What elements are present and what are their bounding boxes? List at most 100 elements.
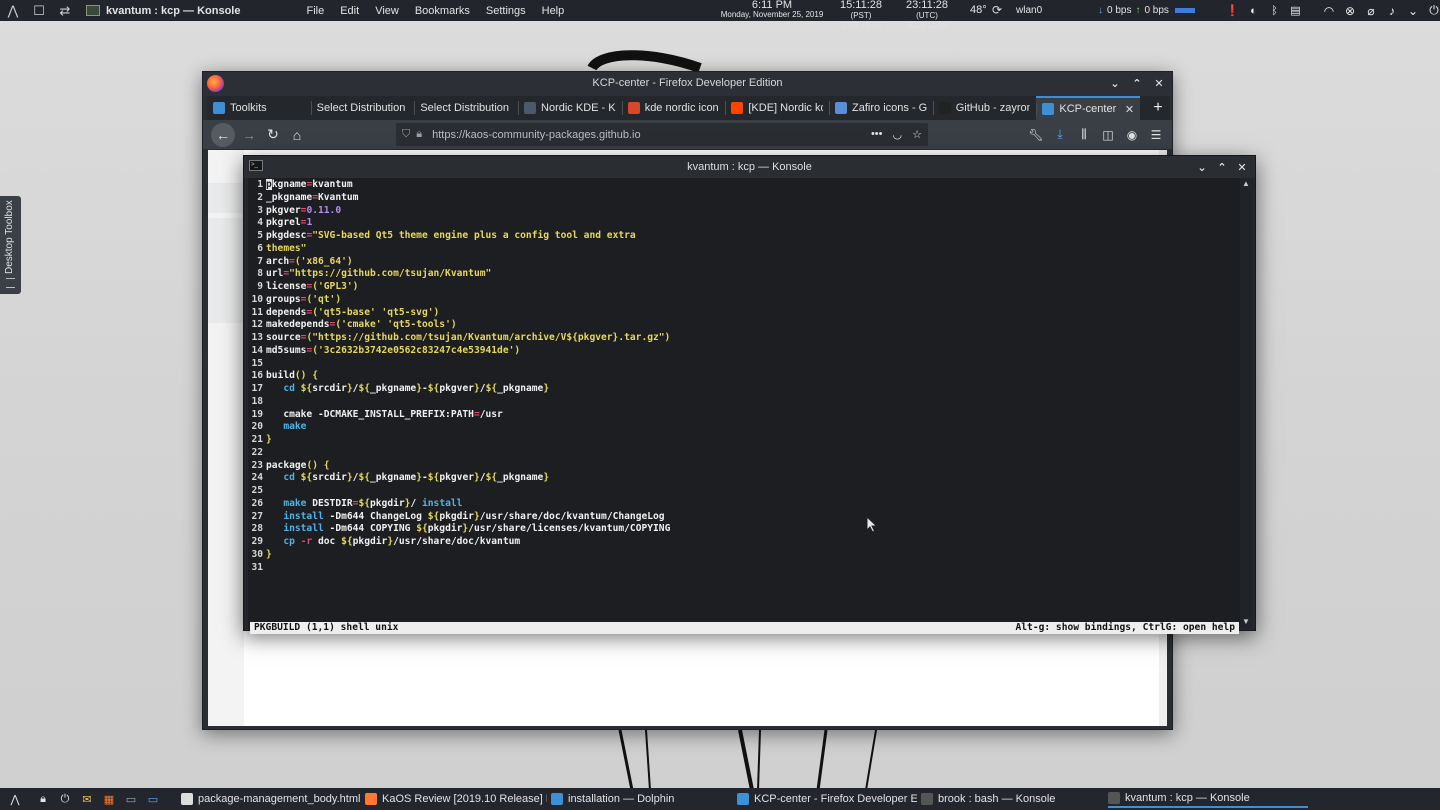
clock[interactable]: 6:11 PM Monday, November 25, 2019 — [716, 0, 828, 20]
taskbar-item[interactable]: kvantum : kcp — Konsole — [1108, 790, 1308, 808]
global-menu: File Edit View Bookmarks Settings Help — [298, 5, 572, 17]
lock-screen-icon[interactable]: 🔒︎ — [34, 790, 52, 808]
bookmark-star-icon[interactable]: ☆ — [912, 128, 922, 141]
tab-7[interactable]: GitHub - zayronx — [932, 96, 1037, 120]
desktop-toolbox[interactable]: Desktop Toolbox — [0, 196, 21, 294]
menu-file[interactable]: File — [298, 5, 332, 17]
bluetooth-icon[interactable]: ᛒ — [1266, 2, 1283, 19]
volume-icon[interactable]: ♪ — [1383, 2, 1401, 19]
tab-label: Nordic KDE - KDE — [541, 102, 616, 114]
code-token: doc — [317, 536, 342, 547]
kde-menu-icon[interactable]: ⋀ — [6, 790, 24, 808]
minimize-icon[interactable]: ⌄ — [1108, 75, 1122, 91]
code-line: 23 package() { — [248, 460, 1240, 473]
code-token: ${ — [427, 472, 440, 484]
tab-4[interactable]: kde nordic icon — [621, 96, 726, 120]
timezone-utc[interactable]: 23:11:28 (UTC) 2019-11-25 — [894, 0, 960, 31]
overview-icon[interactable]: ☐ — [26, 0, 52, 21]
tab-1[interactable]: Select Distribution — [310, 96, 415, 120]
network-speed[interactable]: ↓ 0 bps ↑ 0 bps — [1098, 5, 1195, 16]
workspace-2-icon[interactable]: ▭ — [144, 790, 162, 808]
shield-icon[interactable]: ⛉ — [402, 128, 410, 141]
konsole-titlebar[interactable]: >_ kvantum : kcp — Konsole ⌄ ⌃ ✕ — [244, 156, 1255, 178]
timezone-pst[interactable]: 15:11:28 (PST) 2019-11-25 — [830, 0, 892, 31]
konsole-window-buttons: ⌄ ⌃ ✕ — [1195, 159, 1249, 175]
library-icon[interactable]: ⫼ — [1074, 123, 1094, 146]
tab-2[interactable]: Select Distribution — [414, 96, 518, 120]
wifi-icon[interactable]: ◠ — [1320, 2, 1338, 19]
new-tab-icon[interactable]: + — [1146, 96, 1170, 120]
wrench-icon[interactable]: 🔧︎ — [1026, 123, 1046, 146]
app-store-icon[interactable]: ▦ — [100, 790, 118, 808]
menu-bookmarks[interactable]: Bookmarks — [407, 5, 478, 17]
code-token: url — [266, 268, 284, 280]
firefox-titlebar[interactable]: KCP-center - Firefox Developer Edition ⌄… — [203, 72, 1172, 96]
workspace-1-icon[interactable]: ▭ — [122, 790, 140, 808]
close-icon[interactable]: ✕ — [1235, 159, 1249, 175]
mail-icon[interactable]: ✉ — [78, 790, 96, 808]
window-list-icon[interactable]: ⇄ — [52, 0, 78, 21]
lock-icon[interactable]: 🔒︎ — [416, 128, 422, 141]
active-app[interactable]: kvantum : kcp — Konsole — [86, 5, 240, 17]
maximize-icon[interactable]: ⌃ — [1130, 75, 1144, 91]
sidebar-icon[interactable]: ◫ — [1098, 123, 1118, 146]
back-icon[interactable]: ← — [211, 122, 235, 147]
account-icon[interactable]: ◉ — [1122, 123, 1142, 146]
menu-edit[interactable]: Edit — [332, 5, 367, 17]
chevron-down-icon[interactable]: ⌄ — [1404, 2, 1422, 19]
hamburger-menu-icon[interactable]: ☰ — [1146, 123, 1166, 146]
tab-6[interactable]: Zafiro icons - G — [829, 96, 933, 120]
download-icon[interactable]: ⤓ — [1050, 123, 1070, 146]
editor-buffer[interactable]: 1 pkgname=kvantum 2 _pkgname=Kvantum 3 pkgver… — [248, 179, 1240, 574]
minimize-icon[interactable]: ⌄ — [1195, 159, 1209, 175]
tab-0[interactable]: Toolkits — [207, 96, 311, 120]
maximize-icon[interactable]: ⌃ — [1215, 159, 1229, 175]
url-bar[interactable]: ⛉ 🔒︎ https://kaos-community-packages.git… — [396, 123, 928, 146]
steam-icon[interactable]: ◐ — [1245, 2, 1262, 19]
code-line: 20 make — [248, 421, 1240, 434]
taskbar-item[interactable]: brook : bash — Konsole — [921, 790, 1104, 808]
code-token: _pkgname — [266, 191, 313, 203]
tab-8[interactable]: KCP-center ✕ — [1036, 96, 1141, 120]
code-token: arch — [266, 255, 290, 267]
code-token: install — [283, 510, 330, 522]
close-tab-icon[interactable]: ✕ — [1125, 103, 1134, 116]
power-icon[interactable]: ⏻ — [56, 790, 74, 808]
line-number: 4 — [257, 217, 263, 229]
firefox-window-buttons: ⌄ ⌃ ✕ — [1108, 75, 1166, 91]
menu-help[interactable]: Help — [534, 5, 573, 17]
page-actions-icon[interactable]: ••• — [871, 128, 883, 141]
home-icon[interactable]: ⌂ — [285, 123, 309, 147]
scroll-up-icon[interactable]: ▲ — [1240, 179, 1252, 189]
scroll-down-icon[interactable]: ▼ — [1240, 617, 1252, 627]
alert-icon[interactable]: ❗ — [1224, 2, 1241, 19]
no-entry-icon[interactable]: ⊗ — [1341, 2, 1359, 19]
terminal-scrollbar[interactable]: ▲ ▼ — [1240, 178, 1252, 628]
code-token: /usr/share/doc/kvantum — [393, 536, 521, 547]
menu-view[interactable]: View — [367, 5, 407, 17]
network-interface[interactable]: wlan0 — [1016, 5, 1042, 16]
tab-5[interactable]: [KDE] Nordic kde — [725, 96, 829, 120]
taskbar-item[interactable]: package-management_body.html... — [181, 790, 361, 808]
taskbar-item[interactable]: installation — Dolphin — [551, 790, 733, 808]
reload-icon[interactable]: ↻ — [261, 123, 285, 147]
line-number: 26 — [251, 497, 263, 509]
kde-launcher-icon[interactable]: ⋀ — [0, 0, 26, 21]
terminal-area[interactable]: 1 pkgname=kvantum 2 _pkgname=Kvantum 3 pkgver… — [248, 178, 1240, 634]
tab-3[interactable]: Nordic KDE - KDE — [518, 96, 622, 120]
forward-icon[interactable]: → — [237, 123, 261, 147]
close-icon[interactable]: ✕ — [1152, 75, 1166, 91]
taskbar-item[interactable]: KaOS Review [2019.10 Release] R... — [365, 790, 547, 808]
clock-time: 6:11 PM — [751, 0, 793, 11]
menu-settings[interactable]: Settings — [478, 5, 534, 17]
code-token: make — [283, 421, 307, 433]
temperature[interactable]: 48° — [970, 4, 987, 16]
power-icon[interactable]: ⏻ — [1425, 2, 1440, 19]
taskbar-item[interactable]: KCP-center - Firefox Developer Ed... — [737, 790, 917, 808]
pocket-icon[interactable]: ◡ — [893, 128, 903, 141]
konsole-icon — [86, 5, 100, 16]
attachment-icon[interactable]: ⌀ — [1362, 2, 1380, 19]
tz1-time: 15:11:28 — [839, 0, 882, 11]
clipboard-icon[interactable]: ▤ — [1287, 2, 1304, 19]
